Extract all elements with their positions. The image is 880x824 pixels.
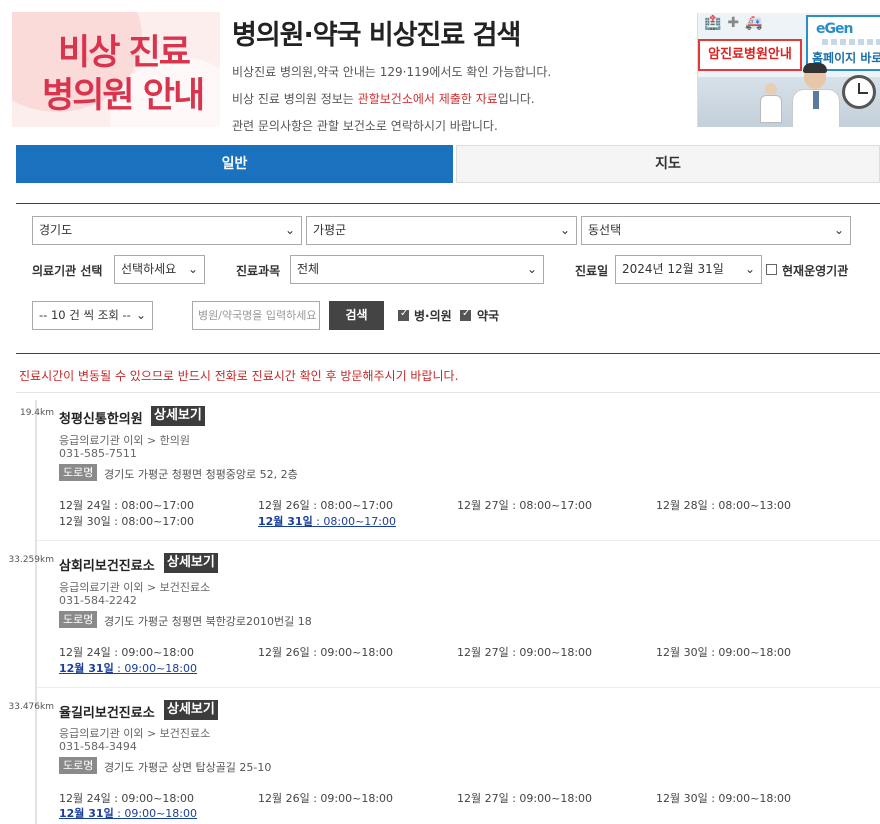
schedule-entry: 12월 24일 : 08:00~17:00 [59,499,195,512]
tab-map[interactable]: 지도 [456,145,880,183]
promo-banner[interactable]: 🏥✚🚑 암진료병원안내 eGen 홈페이지 바로가 [697,13,880,127]
search-button[interactable]: 검색 [329,301,384,330]
result-category: 응급의료기관 이외 > 보건진료소 [59,581,211,594]
chevron-down-icon: ⌄ [187,262,198,276]
egen-logo: eGen [816,21,853,37]
result-distance: 19.4km [19,408,54,418]
detail-button[interactable]: 상세보기 [151,406,205,426]
pharmacy-checkbox-label: 약국 [477,309,500,323]
hospital-icons: 🏥✚🚑 [704,15,769,31]
info-line-2-highlight: 관할보건소에서 제출한 자료 [357,92,498,106]
result-name[interactable]: 삼회리보건진료소 [59,555,155,574]
result-address: 경기도 가평군 청평면 청평중앙로 52, 2층 [104,468,298,481]
cancer-hospital-banner[interactable]: 암진료병원안내 [698,39,802,71]
egen-tagline-icon [822,39,880,45]
date-select-value: 2024년 12월 31일 [622,262,724,276]
page-size-select[interactable]: -- 10 건 씩 조회 -- ⌄ [32,301,153,330]
result-address: 경기도 가평군 상면 탑상골길 25-10 [104,761,272,774]
road-address-badge: 도로명 [59,757,98,774]
result-address: 경기도 가평군 청평면 북한강로2010번길 18 [104,615,312,628]
result-phone: 031-585-7511 [59,447,137,460]
date-select[interactable]: 2024년 12월 31일 ⌄ [615,255,762,284]
hospital-checkbox-label: 병·의원 [414,309,452,323]
institution-label: 의료기관 선택 [32,264,103,278]
info-line-2: 비상 진료 병의원 정보는 관할보건소에서 제출한 자료입니다. [232,90,535,107]
name-search-input[interactable]: 병원/약국명을 입력하세요 [192,301,320,330]
schedule-entry: 12월 24일 : 09:00~18:00 [59,792,195,805]
result-divider [37,540,880,541]
result-distance: 33.476km [8,702,54,712]
emergency-care-logo: 비상 진료 병의원 안내 [12,12,220,127]
info-line-2-post: 입니다. [497,92,535,106]
province-select-value: 경기도 [39,223,73,237]
result-phone: 031-584-2242 [59,594,137,607]
institution-select-value: 선택하세요 [121,262,177,276]
info-line-2-pre: 비상 진료 병의원 정보는 [232,92,358,106]
schedule-entry-today[interactable]: 12월 31일 : 09:00~18:00 [59,805,197,821]
county-select[interactable]: 가평군 ⌄ [306,216,577,245]
result-phone: 031-584-3494 [59,740,137,753]
schedule-entry: 12월 30일 : 09:00~18:00 [656,646,792,659]
date-label: 진료일 [575,264,609,278]
divider [16,392,880,393]
open-now-checkbox[interactable] [766,264,777,275]
chevron-down-icon: ⌄ [559,223,570,237]
logo-line1: 비상 진료 [58,33,191,73]
department-label: 진료과목 [236,264,281,278]
chevron-down-icon: ⌄ [284,223,295,237]
result-timeline [35,400,37,824]
info-line-1: 비상진료 병의원,약국 안내는 129·119에서도 확인 가능합니다. [232,65,552,79]
schedule-entry-today[interactable]: 12월 31일 : 08:00~17:00 [258,513,396,529]
county-select-value: 가평군 [313,223,347,237]
schedule-entry: 12월 27일 : 09:00~18:00 [457,646,593,659]
clock-icon [842,75,876,109]
result-category: 응급의료기관 이외 > 보건진료소 [59,727,211,740]
search-panel: 경기도 ⌄ 가평군 ⌄ 동선택 ⌄ 의료기관 선택 선택하세요 ⌄ 진료과목 전… [16,203,880,354]
chevron-down-icon: ⌄ [744,262,755,276]
detail-button[interactable]: 상세보기 [164,700,218,720]
province-select[interactable]: 경기도 ⌄ [32,216,302,245]
institution-select[interactable]: 선택하세요 ⌄ [114,255,205,284]
schedule-entry: 12월 24일 : 09:00~18:00 [59,646,195,659]
page-title: 병의원·약국 비상진료 검색 [232,20,521,51]
nurse-illustration [760,83,782,123]
schedule-warning: 진료시간이 변동될 수 있으므로 반드시 전화로 진료시간 확인 후 방문해주시… [19,369,459,383]
info-line-3: 관련 문의사항은 관할 보건소로 연락하시기 바랍니다. [232,119,498,133]
result-distance: 33.259km [8,555,54,565]
detail-button[interactable]: 상세보기 [164,553,218,573]
pharmacy-checkbox[interactable] [460,308,471,321]
result-divider [37,687,880,688]
logo-line2: 병의원 안내 [42,76,205,116]
page-size-select-value: -- 10 건 씩 조회 -- [39,308,131,322]
open-now-label: 현재운영기관 [782,264,849,278]
chevron-down-icon: ⌄ [833,223,844,237]
schedule-entry: 12월 28일 : 08:00~13:00 [656,499,792,512]
schedule-entry: 12월 26일 : 09:00~18:00 [258,792,394,805]
schedule-entry: 12월 27일 : 08:00~17:00 [457,499,593,512]
schedule-entry: 12월 27일 : 09:00~18:00 [457,792,593,805]
road-address-badge: 도로명 [59,464,98,481]
schedule-entry: 12월 30일 : 08:00~17:00 [59,515,195,528]
result-name[interactable]: 청평신통한의원 [59,408,143,427]
schedule-entry-today[interactable]: 12월 31일 : 09:00~18:00 [59,660,197,676]
department-select[interactable]: 전체 ⌄ [290,255,544,284]
road-address-badge: 도로명 [59,611,98,628]
chevron-down-icon: ⌄ [135,308,146,322]
hospital-checkbox[interactable] [398,308,409,321]
dong-select[interactable]: 동선택 ⌄ [581,216,851,245]
doctor-illustration [790,63,842,127]
result-name[interactable]: 율길리보건진료소 [59,702,155,721]
chevron-down-icon: ⌄ [526,262,537,276]
schedule-entry: 12월 26일 : 08:00~17:00 [258,499,394,512]
schedule-entry: 12월 26일 : 09:00~18:00 [258,646,394,659]
dong-select-value: 동선택 [588,223,622,237]
schedule-entry: 12월 30일 : 09:00~18:00 [656,792,792,805]
department-select-value: 전체 [297,262,320,276]
result-category: 응급의료기관 이외 > 한의원 [59,434,191,447]
tab-general[interactable]: 일반 [16,145,453,183]
